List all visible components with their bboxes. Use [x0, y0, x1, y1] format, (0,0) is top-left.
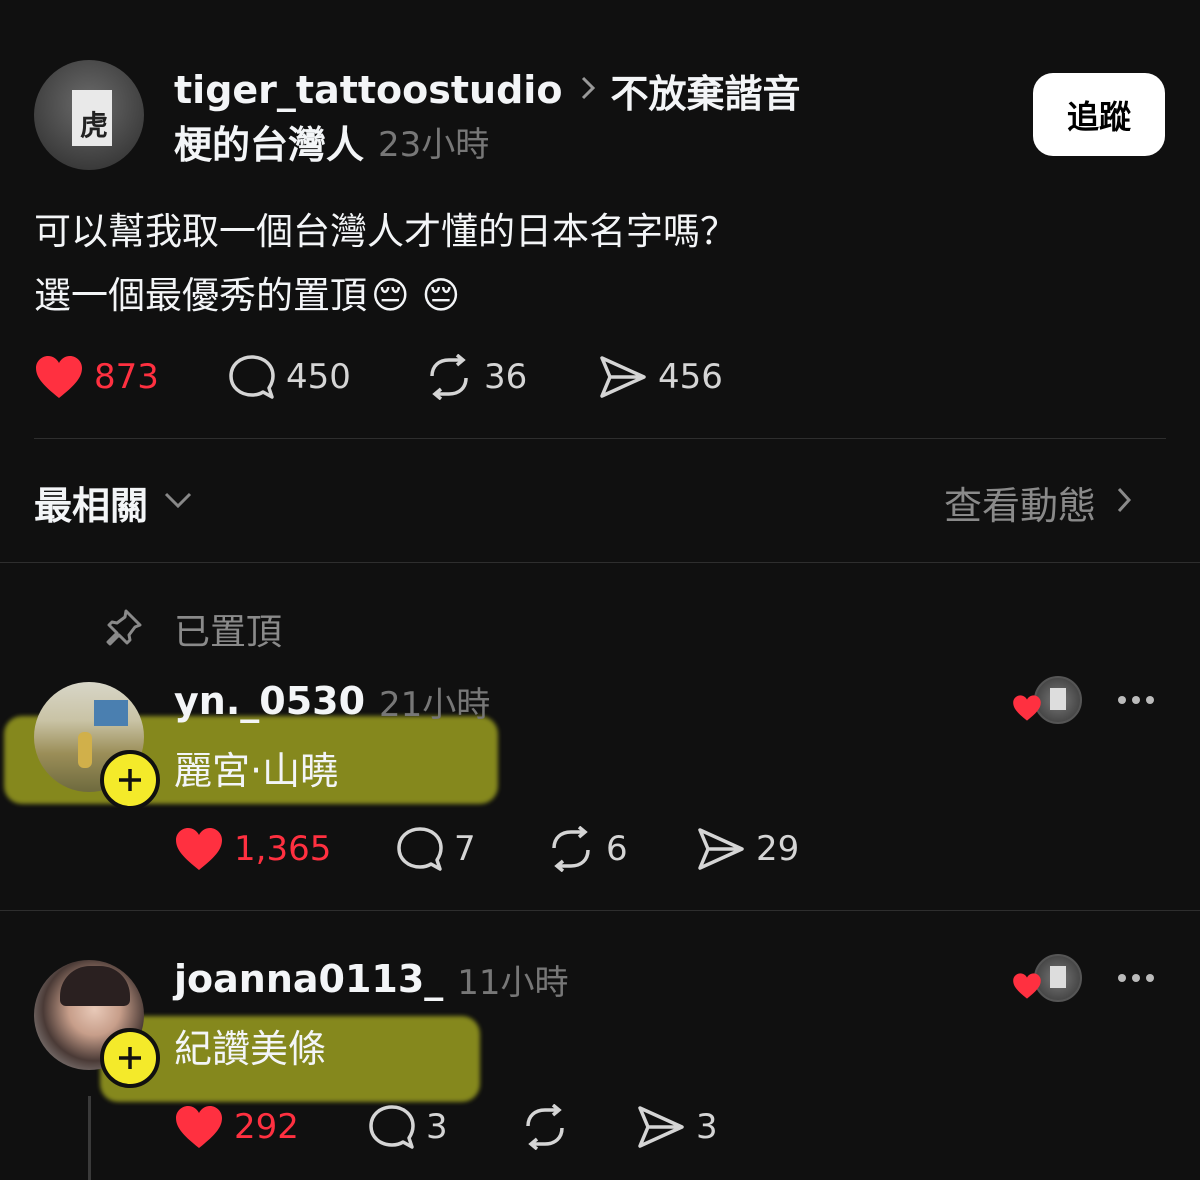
pensive-emoji-icon: 😔 — [421, 274, 461, 317]
community-name-line2[interactable]: 梗的台灣人 — [174, 114, 364, 169]
reply-time: 21小時 — [379, 684, 491, 725]
heart-filled-icon — [34, 354, 84, 400]
repost-button[interactable]: 6 — [546, 822, 628, 876]
reply-text: 紀讚美條 — [174, 1027, 327, 1071]
comment-count: 7 — [454, 829, 476, 869]
post-text: 可以幫我取一個台灣人才懂的日本名字嗎？ 選一個最優秀的置頂 😔 😔 — [34, 200, 737, 328]
sort-dropdown[interactable]: 最相關 — [34, 474, 192, 530]
heart-filled-icon — [1013, 973, 1041, 999]
send-icon — [696, 826, 746, 872]
more-options-button[interactable] — [1118, 974, 1154, 982]
comment-bubble-icon — [368, 1104, 416, 1150]
share-count: 3 — [696, 1107, 718, 1147]
repost-button[interactable] — [520, 1100, 580, 1154]
comment-bubble-icon — [396, 826, 444, 872]
heart-filled-icon — [174, 1104, 224, 1150]
chevron-right-icon — [1116, 486, 1132, 518]
like-count: 1,365 — [234, 829, 332, 869]
view-activity-link[interactable]: 查看動態 — [944, 474, 1132, 530]
pensive-emoji-icon: 😔 — [371, 274, 410, 317]
post-text-line2: 選一個最優秀的置頂 — [34, 274, 367, 317]
comment-button[interactable]: 450 — [228, 350, 351, 404]
share-button[interactable]: 29 — [696, 822, 799, 876]
repost-button[interactable]: 36 — [424, 350, 527, 404]
repost-count: 6 — [606, 829, 628, 869]
author-username[interactable]: tiger_tattoostudio — [174, 68, 562, 112]
pinned-indicator: 已置頂 — [104, 604, 282, 654]
share-count: 29 — [756, 829, 800, 869]
reply-username[interactable]: joanna0113_ — [174, 957, 443, 1001]
heart-filled-icon — [1013, 695, 1041, 721]
reply-time: 11小時 — [457, 962, 569, 1003]
like-button[interactable]: 1,365 — [174, 822, 331, 876]
comment-button[interactable]: 7 — [396, 822, 476, 876]
comment-button[interactable]: 3 — [368, 1100, 448, 1154]
like-button[interactable]: 873 — [34, 350, 159, 404]
follow-button-label: 追蹤 — [1066, 97, 1131, 136]
share-button[interactable]: 3 — [636, 1100, 718, 1154]
divider — [0, 910, 1200, 911]
share-count: 456 — [658, 357, 723, 397]
heart-filled-icon — [174, 826, 224, 872]
repost-icon — [520, 1104, 570, 1150]
plus-icon — [119, 769, 141, 791]
send-icon — [598, 354, 648, 400]
more-options-button[interactable] — [1118, 696, 1154, 704]
comment-bubble-icon — [228, 354, 276, 400]
reply-text: 麗宮‧山曉 — [174, 749, 339, 793]
like-count: 292 — [234, 1107, 299, 1147]
author-liked-indicator — [1012, 676, 1082, 724]
divider — [34, 438, 1166, 439]
chevron-down-icon — [164, 492, 192, 512]
comment-count: 3 — [426, 1107, 448, 1147]
comment-count: 450 — [286, 357, 351, 397]
reply-username[interactable]: yn._0530 — [174, 679, 365, 723]
plus-icon — [119, 1047, 141, 1069]
send-icon — [636, 1104, 686, 1150]
post-header: tiger_tattoostudio 不放棄諧音 梗的台灣人 23小時 — [174, 63, 814, 169]
like-button[interactable]: 292 — [174, 1100, 299, 1154]
author-avatar[interactable]: 虎 — [34, 60, 144, 170]
follow-plus-button[interactable] — [100, 750, 160, 810]
divider — [0, 562, 1200, 563]
reply-header: joanna0113_ 11小時 — [174, 954, 569, 1004]
author-liked-indicator — [1012, 954, 1082, 1002]
view-activity-label: 查看動態 — [944, 483, 1097, 528]
post-text-line1: 可以幫我取一個台灣人才懂的日本名字嗎？ — [34, 210, 737, 253]
reply-header: yn._0530 21小時 — [174, 676, 490, 726]
share-button[interactable]: 456 — [598, 350, 723, 404]
community-name-line1[interactable]: 不放棄諧音 — [610, 63, 800, 118]
chevron-right-icon — [580, 75, 596, 105]
repost-icon — [546, 826, 596, 872]
pinned-label: 已置頂 — [174, 612, 283, 653]
thread-line — [88, 1096, 91, 1180]
follow-plus-button[interactable] — [100, 1028, 160, 1088]
pin-icon — [104, 607, 144, 651]
follow-button[interactable]: 追蹤 — [1033, 73, 1165, 156]
post-time: 23小時 — [378, 124, 490, 165]
repost-count: 36 — [484, 357, 528, 397]
like-count: 873 — [94, 357, 159, 397]
sort-label: 最相關 — [34, 483, 149, 528]
repost-icon — [424, 354, 474, 400]
